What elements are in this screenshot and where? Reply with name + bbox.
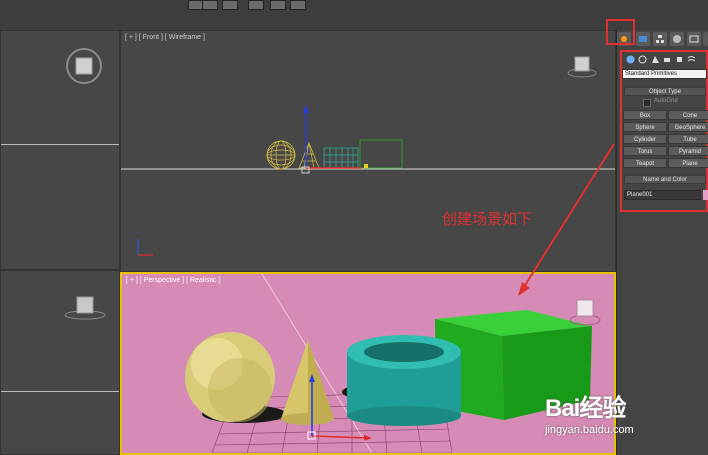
object-name-field[interactable]: Plane001 — [624, 190, 701, 200]
hierarchy-icon[interactable] — [653, 32, 667, 46]
object-color-swatch[interactable] — [703, 190, 708, 200]
toolbar-button[interactable] — [222, 0, 238, 10]
utilities-icon[interactable] — [703, 32, 708, 46]
pyramid-button[interactable]: Pyramid — [668, 146, 708, 156]
motion-icon[interactable] — [670, 32, 684, 46]
tube-button[interactable]: Tube — [668, 134, 708, 144]
viewcube-icon[interactable] — [63, 291, 107, 321]
toolbar-button[interactable] — [290, 0, 306, 10]
box-button[interactable]: Box — [623, 110, 667, 120]
grid-line — [1, 391, 119, 392]
modify-icon[interactable] — [636, 32, 650, 46]
sphere-wireframe — [266, 140, 296, 170]
category-dropdown[interactable]: Standard Primitives — [622, 69, 707, 79]
viewcube-icon[interactable] — [63, 47, 105, 87]
tube-3d — [347, 335, 461, 426]
cameras-icon[interactable] — [662, 54, 672, 64]
main-toolbar — [0, 0, 708, 31]
watermark-brand: Bai经验 — [545, 395, 626, 422]
helpers-icon[interactable] — [674, 54, 684, 64]
geometry-icon[interactable] — [625, 54, 635, 64]
cylinder-wireframe — [323, 147, 359, 169]
viewcube-icon[interactable] — [567, 53, 597, 79]
toolbar-button[interactable] — [270, 0, 286, 10]
geosphere-button[interactable]: GeoSphere — [668, 122, 708, 132]
autogrid-checkbox[interactable] — [643, 99, 651, 107]
viewport-left[interactable] — [0, 270, 120, 455]
plane-button[interactable]: Plane — [668, 158, 708, 168]
box-wireframe — [359, 139, 403, 169]
object-type-rollout[interactable]: Object Type — [624, 87, 706, 96]
cone-wireframe — [298, 142, 320, 169]
teapot-button[interactable]: Teapot — [623, 158, 667, 168]
name-color-rollout[interactable]: Name and Color — [624, 175, 706, 184]
cone-3d — [281, 340, 334, 425]
viewport-top[interactable] — [0, 30, 120, 270]
display-icon[interactable] — [687, 32, 701, 46]
baidu-watermark: Bai经验 jingyan.baidu.com — [545, 380, 705, 436]
torus-button[interactable]: Torus — [623, 146, 667, 156]
toolbar-button[interactable] — [202, 0, 218, 10]
grid-line — [1, 144, 119, 145]
spacewarps-icon[interactable] — [686, 54, 696, 64]
highlight-box — [606, 19, 635, 45]
cone-button[interactable]: Cone — [668, 110, 708, 120]
shapes-icon[interactable] — [637, 54, 647, 64]
lights-icon[interactable] — [650, 54, 660, 64]
watermark-url: jingyan.baidu.com — [545, 424, 634, 436]
cylinder-button[interactable]: Cylinder — [623, 134, 667, 144]
annotation-arrow — [518, 143, 615, 296]
sphere-button[interactable]: Sphere — [623, 122, 667, 132]
toolbar-button[interactable] — [248, 0, 264, 10]
autogrid-label: AutoGrid — [654, 98, 678, 104]
perspective-scene — [185, 274, 592, 453]
sphere-3d — [185, 332, 275, 422]
